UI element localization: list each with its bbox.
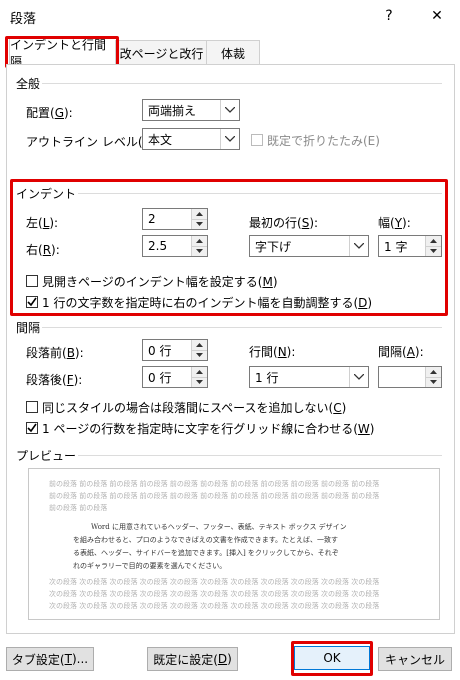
chevron-down-icon: [349, 236, 368, 256]
dialog-title: 段落: [10, 12, 37, 27]
preview-body-line: を組み合わせると、プロのようなできばえの文書を作成できます。たとえば、一致す: [73, 536, 339, 544]
spin-down-icon[interactable]: [192, 377, 207, 387]
space-before-label: 段落前(B):: [26, 346, 84, 360]
preview-divider: [18, 455, 442, 456]
spacing-at-label: 間隔(A):: [378, 345, 424, 359]
spacing-section-title: 間隔: [14, 319, 43, 336]
first-line-label: 最初の行(S):: [249, 216, 319, 230]
cancel-button[interactable]: キャンセル: [378, 647, 452, 671]
tab-line-page-breaks[interactable]: 改ページと改行: [115, 40, 208, 65]
mirror-indents-label: 見開きページのインデント幅を設定する(M): [42, 275, 278, 289]
preview-prev-line: 前の段落 前の段落 前の段落 前の段落 前の段落 前の段落 前の段落 前の段落 …: [49, 492, 380, 500]
spin-down-icon[interactable]: [426, 377, 441, 387]
spin-up-icon[interactable]: [192, 209, 207, 220]
help-icon: ?: [385, 8, 393, 24]
snap-to-grid-label: 1 ページの行数を指定時に文字を行グリッド線に合わせる(W): [42, 422, 375, 436]
spin-down-icon[interactable]: [426, 246, 441, 256]
set-default-button[interactable]: 既定に設定(D): [147, 647, 238, 671]
space-before-spinner[interactable]: 0 行: [142, 339, 208, 361]
first-line-select[interactable]: 字下げ: [249, 235, 369, 257]
chevron-down-icon: [220, 100, 239, 120]
spin-down-icon[interactable]: [192, 246, 207, 256]
spin-up-icon[interactable]: [192, 236, 207, 247]
auto-adjust-indent-label: 1 行の文字数を指定時に右のインデント幅を自動調整する(D): [42, 296, 373, 310]
indent-right-label: 右(R):: [26, 243, 60, 257]
indent-width-spinner[interactable]: 1 字: [378, 235, 442, 257]
outline-level-select[interactable]: 本文: [142, 128, 240, 150]
preview-body-line: Word に用意されているヘッダー、フッター、表紙、テキスト ボックス デザイン: [91, 523, 347, 531]
spin-up-icon[interactable]: [192, 340, 207, 351]
preview-body-line: る表紙、ヘッダー、サイドバーを追加できます。[挿入] をクリックしてから、それぞ: [73, 549, 339, 557]
outline-level-label: アウトライン レベル(O):: [26, 135, 161, 149]
mirror-indents-checkbox[interactable]: [26, 275, 38, 287]
help-button[interactable]: ?: [372, 4, 406, 28]
line-spacing-select[interactable]: 1 行: [249, 366, 369, 388]
preview-prev-line: 前の段落 前の段落: [49, 504, 108, 512]
no-space-same-style-label: 同じスタイルの場合は段落間にスペースを追加しない(C): [42, 401, 347, 415]
preview-next-line: 次の段落 次の段落 次の段落 次の段落 次の段落 次の段落 次の段落 次の段落 …: [49, 578, 380, 586]
preview-pane: 前の段落 前の段落 前の段落 前の段落 前の段落 前の段落 前の段落 前の段落 …: [28, 468, 440, 620]
tabs-settings-button[interactable]: タブ設定(T)...: [6, 647, 94, 671]
line-spacing-label: 行間(N):: [249, 345, 296, 359]
indent-left-spinner[interactable]: 2: [142, 208, 208, 230]
no-space-same-style-checkbox[interactable]: [26, 401, 38, 413]
spin-up-icon[interactable]: [426, 236, 441, 247]
indent-right-spinner[interactable]: 2.5: [142, 235, 208, 257]
indent-section-title: インデント: [14, 185, 79, 202]
auto-adjust-indent-checkbox[interactable]: [26, 296, 38, 308]
spacing-at-spinner[interactable]: [378, 366, 442, 388]
indent-divider: [18, 193, 442, 194]
general-section-title: 全般: [14, 75, 43, 92]
checkmark-icon: [27, 297, 37, 307]
preview-next-line: 次の段落 次の段落 次の段落 次の段落 次の段落 次の段落 次の段落 次の段落 …: [49, 602, 380, 610]
collapse-default-checkbox[interactable]: [251, 134, 263, 146]
alignment-label: 配置(G):: [26, 106, 73, 120]
chevron-down-icon: [349, 367, 368, 387]
close-icon: ✕: [431, 8, 443, 24]
checkmark-icon: [27, 423, 37, 433]
snap-to-grid-checkbox[interactable]: [26, 422, 38, 434]
close-button[interactable]: ✕: [420, 4, 454, 28]
spin-up-icon[interactable]: [426, 367, 441, 378]
space-after-label: 段落後(F):: [26, 373, 83, 387]
spin-down-icon[interactable]: [192, 350, 207, 360]
collapse-default-label: 既定で折りたたみ(E): [267, 134, 380, 148]
preview-section-title: プレビュー: [14, 447, 79, 464]
preview-next-line: 次の段落 次の段落 次の段落 次の段落 次の段落 次の段落 次の段落 次の段落 …: [49, 590, 380, 598]
chevron-down-icon: [220, 129, 239, 149]
spacing-divider: [18, 327, 442, 328]
tab-asian-typography[interactable]: 体裁: [206, 40, 260, 65]
preview-prev-line: 前の段落 前の段落 前の段落 前の段落 前の段落 前の段落 前の段落 前の段落 …: [49, 480, 380, 488]
space-after-spinner[interactable]: 0 行: [142, 366, 208, 388]
alignment-select[interactable]: 両端揃え: [142, 99, 240, 121]
indent-left-label: 左(L):: [26, 216, 59, 230]
spin-up-icon[interactable]: [192, 367, 207, 378]
ok-highlight-box: [291, 641, 373, 676]
general-divider: [18, 83, 442, 84]
spin-down-icon[interactable]: [192, 219, 207, 229]
indent-width-label: 幅(Y):: [378, 216, 411, 230]
preview-body-line: れのギャラリーで目的の要素を選んでください。: [73, 562, 227, 570]
